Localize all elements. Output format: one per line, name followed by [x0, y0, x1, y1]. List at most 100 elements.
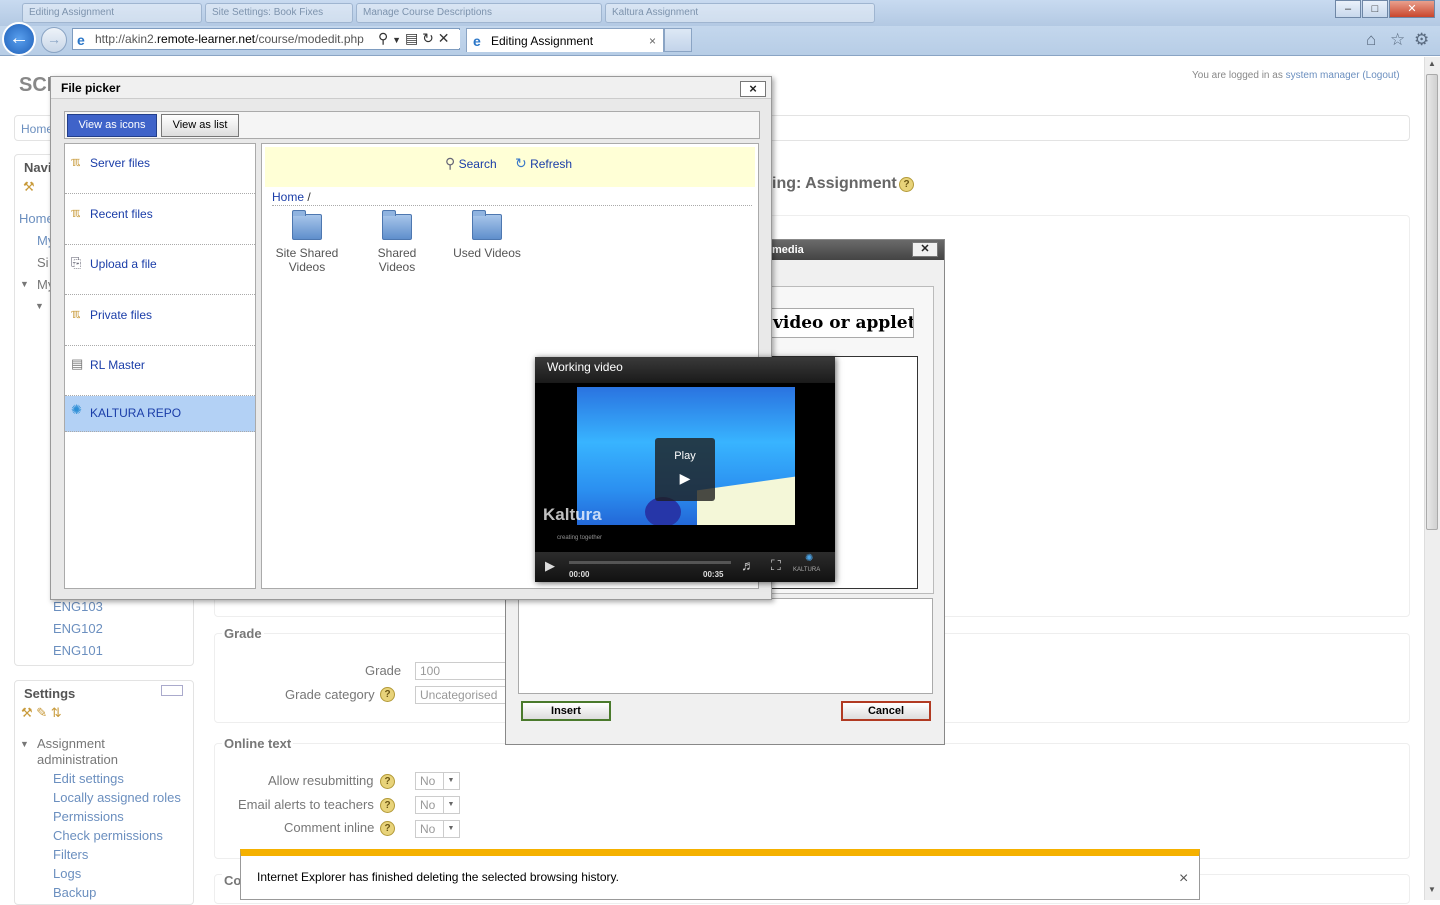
help-icon[interactable]: ? [380, 774, 395, 789]
nav-item-home[interactable]: Home [19, 211, 54, 226]
expand-icon[interactable]: ▼ [35, 301, 44, 311]
play-icon[interactable]: ▶ [545, 558, 555, 574]
video-controls: ▶ 00:00 00:35 ♬ ⛶ ✺ KALTURA [535, 552, 835, 582]
repo-label: KALTURA REPO [90, 406, 182, 420]
breadcrumb-separator: / [307, 190, 311, 204]
settings-link[interactable]: Permissions [53, 809, 124, 824]
background-tab[interactable]: Editing Assignment [22, 3, 202, 23]
close-icon[interactable]: ✕ [912, 242, 938, 257]
scroll-up-icon[interactable]: ▲ [1428, 59, 1436, 68]
folder-icon [382, 210, 412, 240]
grade-input[interactable]: 100 [415, 662, 507, 680]
nav-block-title: Navi [24, 160, 52, 175]
logout-link[interactable]: (Logout) [1362, 70, 1399, 81]
stop-icon[interactable]: ✕ [438, 30, 450, 46]
back-icon[interactable]: ← [2, 22, 36, 56]
drive-icon: ▤ [71, 356, 84, 371]
course-link[interactable]: ENG101 [53, 643, 103, 658]
scroll-down-icon[interactable]: ▼ [1428, 885, 1436, 894]
scrollbar-thumb[interactable] [1426, 74, 1438, 530]
help-icon[interactable]: ? [380, 821, 395, 836]
insert-button[interactable]: Insert [521, 701, 611, 721]
settings-link[interactable]: Edit settings [53, 771, 124, 786]
repo-rl-master[interactable]: ▤ RL Master [65, 346, 255, 396]
course-link[interactable]: ENG102 [53, 621, 103, 636]
settings-link[interactable]: Locally assigned roles [53, 790, 181, 805]
repo-label: Upload a file [90, 257, 157, 271]
repo-server-files[interactable]: ℼ Server files [65, 144, 255, 194]
allow-resubmitting-select[interactable]: No ▼ [415, 772, 460, 790]
video-character [645, 497, 681, 525]
tab-close-icon[interactable]: × [649, 29, 656, 53]
settings-section[interactable]: Assignment administration [37, 736, 157, 768]
block-tools-icon[interactable]: ⚒ ✎ ⇅ [21, 705, 62, 721]
play-icon: ▶ [679, 470, 691, 486]
fullscreen-icon[interactable]: ⛶ [771, 557, 781, 574]
nav-item-site[interactable]: Si [37, 255, 49, 270]
expand-icon[interactable]: ▼ [20, 739, 29, 749]
forward-icon[interactable]: → [41, 27, 67, 53]
favorites-icon[interactable]: ☆ [1390, 30, 1405, 50]
help-icon[interactable]: ? [380, 798, 395, 813]
course-link[interactable]: ENG103 [53, 599, 103, 614]
breadcrumb-home[interactable]: Home [21, 122, 53, 136]
grade-category-select[interactable]: Uncategorised [415, 686, 507, 704]
search-icon[interactable]: ⚲ [378, 30, 388, 46]
cancel-button[interactable]: Cancel [841, 701, 931, 721]
refresh-icon[interactable]: ↻ [422, 30, 434, 46]
chevron-down-icon: ▼ [443, 773, 458, 789]
settings-link[interactable]: Backup [53, 885, 96, 900]
maximize-button[interactable]: □ [1362, 0, 1388, 18]
close-icon[interactable]: × [1179, 870, 1188, 888]
url-prefix: http://akin2. [95, 32, 158, 46]
breadcrumb-home[interactable]: Home [272, 190, 304, 204]
play-overlay-button[interactable]: Play ▶ [655, 438, 715, 501]
user-link[interactable]: system manager [1286, 70, 1360, 81]
chevron-down-icon[interactable]: ▼ [392, 35, 401, 45]
settings-link[interactable]: Check permissions [53, 828, 163, 843]
close-icon[interactable]: × [740, 81, 766, 97]
new-tab-button[interactable] [664, 28, 692, 52]
video-scrubber[interactable] [569, 561, 731, 564]
refresh-link[interactable]: ↻ Refresh [515, 155, 572, 172]
view-as-list-button[interactable]: View as list [161, 114, 239, 137]
repo-private-files[interactable]: ℼ Private files [65, 295, 255, 346]
search-link[interactable]: ⚲ Search [445, 155, 497, 172]
background-tab[interactable]: Kaltura Assignment [605, 3, 875, 23]
folder-site-shared-videos[interactable]: Site Shared Videos [268, 210, 346, 274]
email-alerts-select[interactable]: No ▼ [415, 796, 460, 814]
repo-recent-files[interactable]: ℼ Recent files [65, 194, 255, 245]
email-alerts-label: Email alerts to teachers [238, 797, 374, 812]
volume-icon[interactable]: ♬ [741, 557, 755, 573]
background-tab[interactable]: Site Settings: Book Fixes [205, 3, 353, 23]
dock-icon[interactable] [161, 685, 183, 696]
help-icon[interactable]: ? [380, 687, 395, 702]
repo-label: Recent files [90, 207, 153, 221]
allow-resubmitting-label: Allow resubmitting [268, 773, 374, 788]
tools-icon[interactable]: ⚙ [1414, 30, 1429, 50]
repo-label: RL Master [90, 358, 145, 372]
window-close-button[interactable]: ✕ [1389, 0, 1435, 18]
compat-view-icon[interactable]: ▤ [405, 30, 418, 46]
repo-kaltura[interactable]: ✺ KALTURA REPO [65, 396, 255, 432]
settings-link[interactable]: Filters [53, 847, 88, 862]
repo-upload-file[interactable]: ⎘ Upload a file [65, 245, 255, 295]
chevron-down-icon: ▼ [443, 797, 458, 813]
media-general-panel [518, 598, 933, 694]
help-icon[interactable]: ? [899, 177, 914, 192]
background-tab[interactable]: Manage Course Descriptions [356, 3, 602, 23]
comment-inline-select[interactable]: No ▼ [415, 820, 460, 838]
folder-shared-videos[interactable]: Shared Videos [358, 210, 436, 274]
ie-notification-bar: Internet Explorer has finished deleting … [240, 849, 1200, 900]
folder-used-videos[interactable]: Used Videos [448, 210, 526, 260]
active-tab[interactable]: e Editing Assignment × [466, 28, 664, 52]
kaltura-icon: ✺ [71, 402, 82, 417]
view-as-icons-button[interactable]: View as icons [67, 114, 157, 137]
expand-icon[interactable]: ▼ [20, 279, 29, 289]
block-tools-icon[interactable]: ⚒ [23, 179, 35, 195]
minimize-button[interactable]: – [1335, 0, 1361, 18]
settings-link[interactable]: Logs [53, 866, 81, 881]
home-icon[interactable]: ⌂ [1366, 30, 1376, 50]
grade-category-label: Grade category [285, 687, 375, 702]
settings-title: Settings [24, 686, 76, 701]
